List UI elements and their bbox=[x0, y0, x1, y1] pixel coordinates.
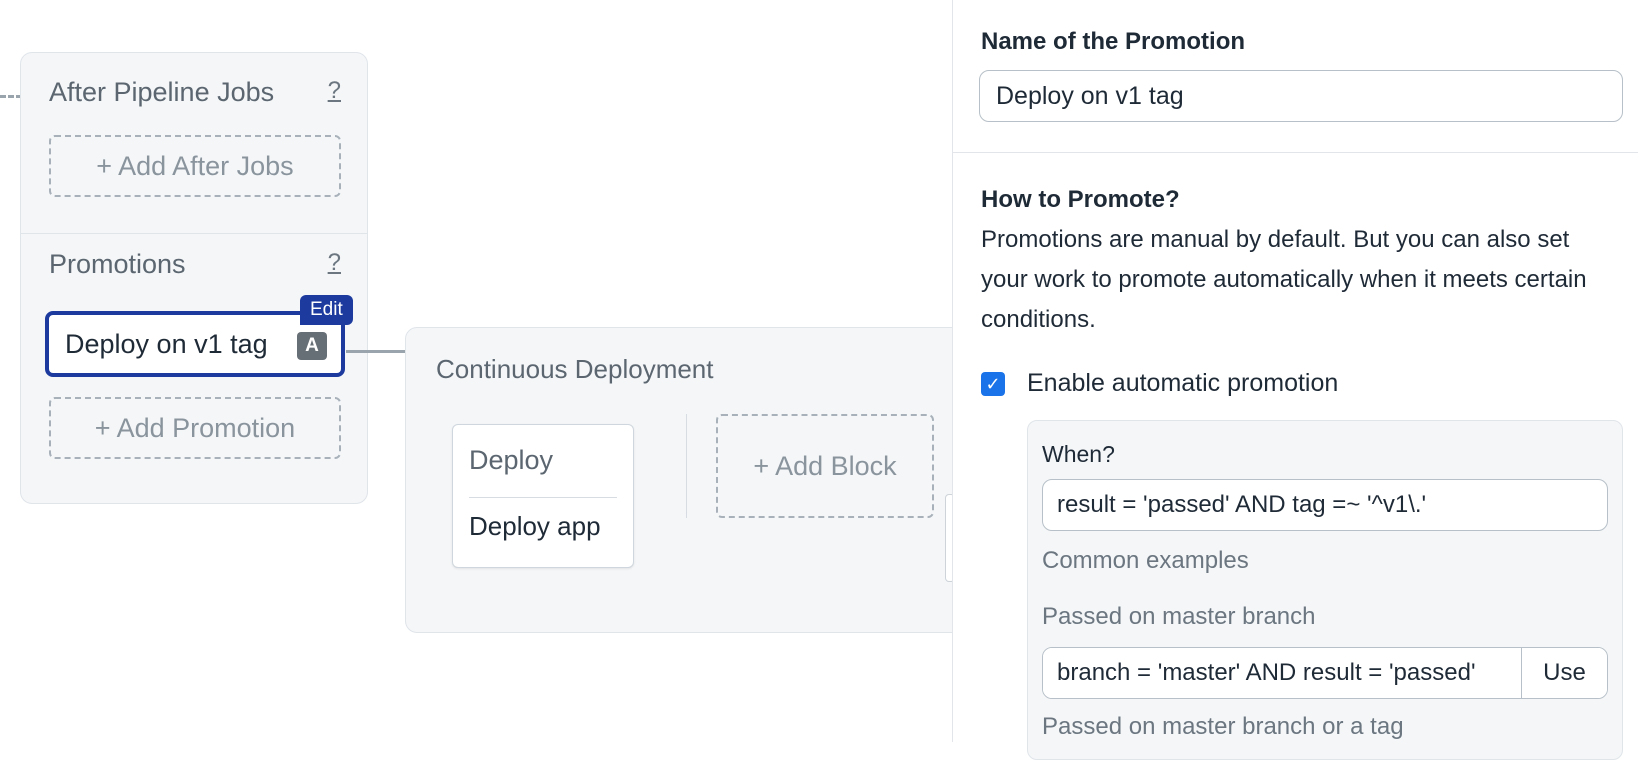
continuous-deployment-pipeline: Continuous Deployment Deploy Deploy app … bbox=[405, 327, 965, 633]
promotion-name-label: Name of the Promotion bbox=[981, 28, 1246, 55]
promotions-title: Promotions bbox=[49, 249, 186, 279]
add-after-jobs-button[interactable]: + Add After Jobs bbox=[49, 135, 341, 197]
example-master-group: Use bbox=[1042, 647, 1608, 699]
incoming-connector bbox=[0, 95, 22, 98]
conditions-box: When? Common examples Passed on master b… bbox=[1027, 420, 1623, 760]
promotion-connector bbox=[346, 350, 406, 353]
add-promotion-button[interactable]: + Add Promotion bbox=[49, 397, 341, 459]
block-separator bbox=[686, 414, 687, 518]
edit-promotion-tag[interactable]: Edit bbox=[300, 295, 353, 325]
deploy-block-card[interactable]: Deploy Deploy app bbox=[452, 424, 634, 568]
how-to-promote-description: Promotions are manual by default. But yo… bbox=[981, 226, 1587, 333]
example-master-input[interactable] bbox=[1043, 648, 1521, 698]
when-label: When? bbox=[1042, 441, 1115, 467]
after-pipeline-card: After Pipeline Jobs ? + Add After Jobs P… bbox=[20, 52, 368, 504]
how-to-promote-title: How to Promote? bbox=[981, 186, 1180, 213]
panel-divider bbox=[953, 152, 1638, 153]
when-condition-input[interactable] bbox=[1042, 479, 1608, 531]
block-name: Deploy bbox=[469, 445, 554, 475]
checkmark-icon: ✓ bbox=[985, 373, 1001, 394]
after-jobs-help-link[interactable]: ? bbox=[328, 77, 341, 105]
card-divider bbox=[21, 233, 367, 234]
promotion-item-label: Deploy on v1 tag bbox=[65, 328, 268, 359]
example-title-master-or-tag: Passed on master branch or a tag bbox=[1042, 713, 1404, 740]
auto-promotion-badge: A bbox=[297, 332, 327, 360]
promotions-help-link[interactable]: ? bbox=[328, 249, 341, 277]
promotion-settings-panel: Name of the Promotion How to Promote? Pr… bbox=[952, 0, 1638, 760]
example-title-master: Passed on master branch bbox=[1042, 603, 1316, 630]
promotion-name-input[interactable] bbox=[979, 70, 1623, 122]
after-jobs-title: After Pipeline Jobs bbox=[49, 77, 275, 107]
job-deploy-app: Deploy app bbox=[469, 511, 601, 541]
auto-promotion-checkbox[interactable]: ✓ bbox=[981, 372, 1005, 396]
block-divider bbox=[469, 497, 617, 498]
auto-promotion-label: Enable automatic promotion bbox=[1027, 369, 1339, 397]
pipeline-title: Continuous Deployment bbox=[436, 354, 714, 384]
common-examples-title: Common examples bbox=[1042, 547, 1249, 574]
workflow-canvas: After Pipeline Jobs ? + Add After Jobs P… bbox=[0, 0, 965, 742]
add-block-button[interactable]: + Add Block bbox=[716, 414, 934, 518]
use-example-button[interactable]: Use bbox=[1521, 648, 1607, 698]
